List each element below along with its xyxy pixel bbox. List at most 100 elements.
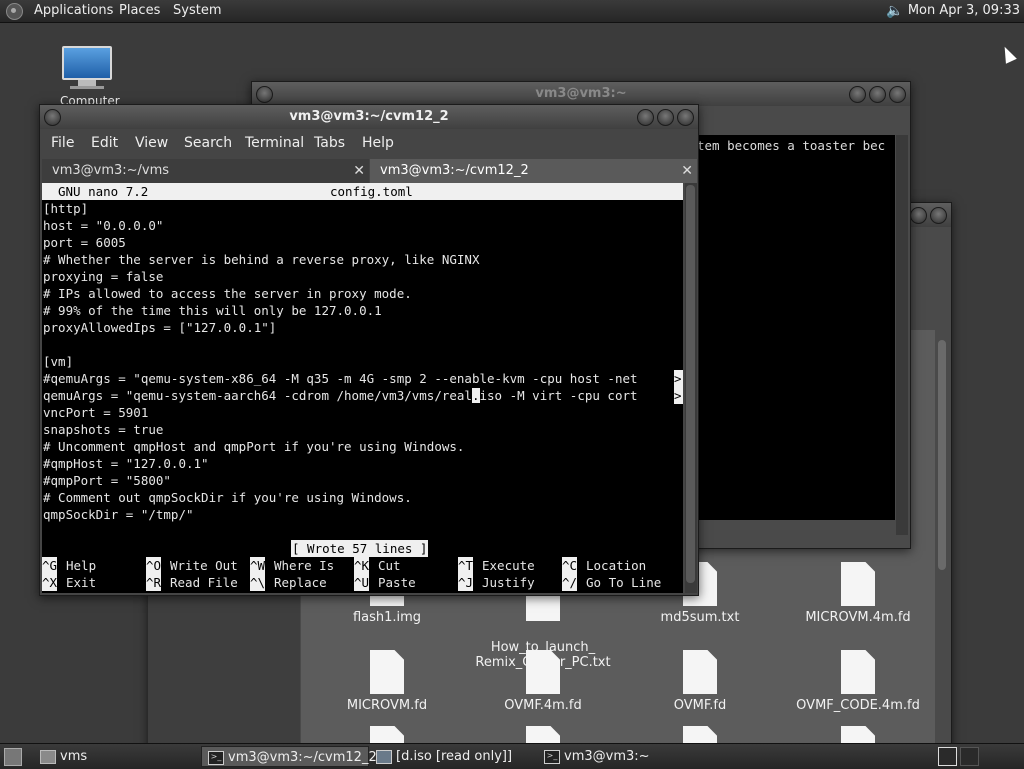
window-menu-icon[interactable] [256,86,273,103]
taskbar-item-label: vm3@vm3:~ [564,749,650,764]
computer-icon[interactable] [62,46,112,89]
shortcut-label: Write Out [170,558,238,573]
shortcut-key[interactable]: ^G [42,557,58,574]
close-icon[interactable] [930,207,947,224]
shortcut-key[interactable]: ^T [458,557,474,574]
minimize-icon[interactable] [910,207,927,224]
minimize-icon[interactable] [849,86,866,103]
shortcut-key[interactable]: ^O [146,557,162,574]
back-terminal-titlebar[interactable]: vm3@vm3:~ [252,82,910,106]
file-icon [841,726,875,743]
workspace-1[interactable] [938,747,957,766]
tab-cvm12-2[interactable]: vm3@vm3:~/cvm12_2 ✕ [370,159,697,183]
file-manager-scroll-thumb[interactable] [938,340,946,570]
menu-view[interactable]: View [135,135,168,151]
terminal-screen[interactable]: GNU nano 7.2 config.toml [http] host = "… [42,183,683,593]
editor-line: proxying = false [43,269,164,284]
menu-help[interactable]: Help [362,135,394,151]
distro-logo-icon[interactable] [6,3,23,20]
editor-line: # Comment out qmpSockDir if you're using… [43,490,412,505]
maximize-icon[interactable] [869,86,886,103]
file-name: flash1.img [352,610,422,625]
menu-edit[interactable]: Edit [91,135,118,151]
folder-icon [40,750,56,764]
taskbar-item-vms[interactable]: vms [34,746,194,767]
shortcut-label: Help [66,558,97,573]
terminal-scroll-thumb[interactable] [686,185,695,583]
editor-line: # Whether the server is behind a reverse… [43,252,480,267]
file-name: OVMF_CODE.4m.fd [796,698,920,713]
file-item[interactable] [615,726,785,743]
maximize-icon[interactable] [657,109,674,126]
editor-line: [http] [43,201,89,216]
minimize-icon[interactable] [637,109,654,126]
terminal-icon: >_ [208,751,224,765]
shortcut-key[interactable]: ^/ [562,574,578,591]
close-tab-icon[interactable]: ✕ [353,159,365,183]
text-cursor: . [471,388,480,403]
file-item[interactable]: OVMF_CODE.4m.fd [773,650,943,713]
back-terminal-screen[interactable]: tem becomes a toaster bec [697,135,895,520]
close-icon[interactable] [677,109,694,126]
file-name: MICROVM.fd [346,698,428,713]
taskbar-item-iso-viewer[interactable]: [d.iso [read only]] [370,746,535,767]
file-item[interactable]: OVMF.fd [615,650,785,713]
terminal-menubar: File Edit View Search Terminal Tabs Help [40,129,698,157]
back-terminal-scrollbar[interactable] [896,135,908,535]
menu-file[interactable]: File [51,135,74,151]
line-truncation-marker: > [674,370,683,387]
terminal-window: vm3@vm3:~/cvm12_2 File Edit View Search … [39,104,699,596]
close-icon[interactable] [889,86,906,103]
places-menu[interactable]: Places [119,3,160,18]
menu-tabs[interactable]: Tabs [314,135,345,151]
terminal-tab-bar: vm3@vm3:~/vms ✕ vm3@vm3:~/cvm12_2 ✕ [40,159,698,183]
shortcut-key[interactable]: ^\ [250,574,266,591]
system-menu[interactable]: System [173,3,221,18]
window-menu-icon[interactable] [44,109,61,126]
back-terminal-title: vm3@vm3:~ [535,86,627,101]
taskbar-item-label: [d.iso [read only]] [396,749,513,764]
shortcut-label: Paste [378,575,416,590]
applications-menu[interactable]: Applications [34,3,113,18]
menu-terminal[interactable]: Terminal [245,135,304,151]
file-icon [526,726,560,743]
shortcut-key[interactable]: ^U [354,574,370,591]
shortcut-key[interactable]: ^J [458,574,474,591]
shortcut-key[interactable]: ^R [146,574,162,591]
nano-version: GNU nano 7.2 [58,184,149,199]
file-item[interactable] [458,726,628,743]
terminal-icon: >_ [544,750,560,764]
line-truncation-marker: > [674,387,683,404]
document-icon [376,750,392,764]
file-name: md5sum.txt [660,610,740,625]
editor-line: qmpSockDir = "/tmp/" [43,507,194,522]
editor-line: # Uncomment qmpHost and qmpPort if you'r… [43,439,465,454]
volume-icon[interactable]: 🔈 [886,3,903,19]
shortcut-key[interactable]: ^C [562,557,578,574]
shortcut-label: Exit [66,575,97,590]
editor-line: # IPs allowed to access the server in pr… [43,286,412,301]
file-name: OVMF.4m.fd [504,698,582,713]
file-item[interactable]: OVMF.4m.fd [458,650,628,713]
taskbar-item-terminal-home[interactable]: >_ vm3@vm3:~ [538,746,703,767]
terminal-titlebar[interactable]: vm3@vm3:~/cvm12_2 [40,105,698,129]
tab-vms[interactable]: vm3@vm3:~/vms ✕ [42,159,369,183]
nano-status-message: [ Wrote 57 lines ] [291,540,429,557]
show-desktop-icon[interactable] [4,748,22,766]
shortcut-key[interactable]: ^W [250,557,266,574]
file-icon [370,726,404,743]
shortcut-key[interactable]: ^K [354,557,370,574]
editor-line-text: qemuArgs = "qemu-system-aarch64 -cdrom /… [43,388,472,403]
shortcut-key[interactable]: ^X [42,574,58,591]
clock[interactable]: Mon Apr 3, 09:33 [908,3,1020,18]
file-item[interactable]: MICROVM.4m.fd [773,562,943,625]
file-item[interactable] [773,726,943,743]
nano-filename: config.toml [330,184,413,199]
close-tab-icon[interactable]: ✕ [681,159,693,183]
file-item[interactable] [302,726,472,743]
workspace-2[interactable] [960,747,979,766]
shortcut-label: Read File [170,575,238,590]
file-item[interactable]: MICROVM.fd [302,650,472,713]
menu-search[interactable]: Search [184,135,232,151]
taskbar-item-terminal-cvm12[interactable]: >_ vm3@vm3:~/cvm12_2 [201,746,377,767]
